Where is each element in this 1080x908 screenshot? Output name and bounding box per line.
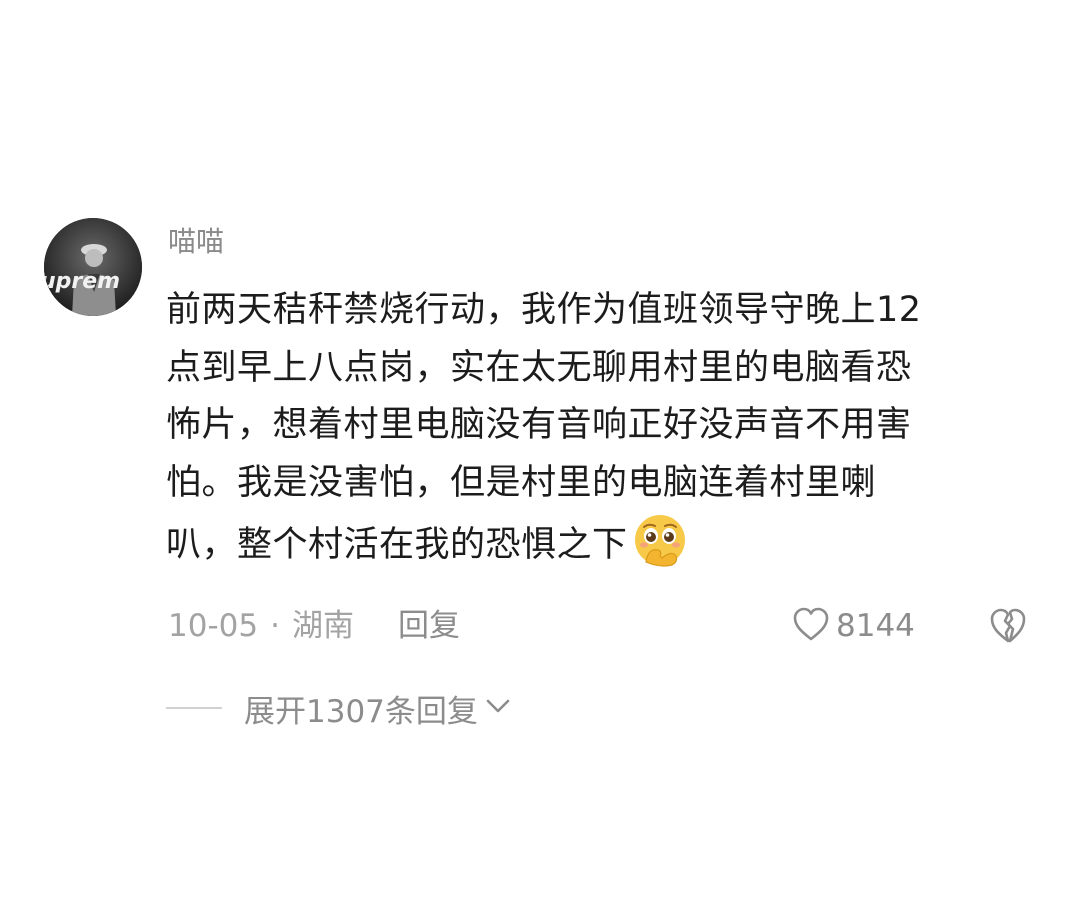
heart-icon: [792, 606, 830, 646]
face-holding-back-tears-icon: [632, 512, 688, 587]
comment-date: 10-05: [168, 608, 259, 644]
comment-location: 湖南: [291, 608, 354, 644]
broken-heart-icon: [988, 608, 1028, 650]
reply-button[interactable]: 回复: [398, 602, 460, 650]
comment-line: 前两天秸秆禁烧行动，我作为值班领导守晚上12: [166, 290, 922, 330]
comment-item: uprem 喵喵 前两天秸秆禁烧行动，我作为值班领导守晚上12 点到早上八点岗，…: [0, 0, 1080, 908]
comment-line: 怕。我是没害怕，但是村里的电脑连着村里喇: [166, 462, 877, 503]
divider-line: [166, 707, 222, 709]
comment-meta: 10-05 · 湖南 回复: [168, 602, 460, 650]
expand-replies-button[interactable]: 展开1307条回复: [166, 684, 512, 732]
dislike-button[interactable]: [988, 606, 1028, 646]
comment-line: 怖片，想着村里电脑没有音响正好没声音不用害: [166, 405, 912, 445]
avatar[interactable]: uprem: [44, 218, 142, 316]
comment-line: 点到早上八点岗，实在太无聊用村里的电脑看恐: [166, 347, 912, 388]
expand-replies-label: 展开1307条回复: [244, 693, 478, 730]
like-count: 8144: [836, 608, 915, 644]
avatar-image: uprem: [44, 218, 142, 316]
comment-line-last: 叭，整个村活在我的恐惧之下: [166, 512, 1036, 587]
meta-separator: ·: [270, 608, 280, 644]
like-button[interactable]: 8144: [792, 604, 915, 648]
comment-line-text: 叭，整个村活在我的恐惧之下: [166, 525, 628, 565]
chevron-down-icon: [484, 696, 512, 720]
username[interactable]: 喵喵: [168, 222, 224, 262]
avatar-text: uprem: [44, 269, 120, 294]
comment-body: 前两天秸秆禁烧行动，我作为值班领导守晚上12 点到早上八点岗，实在太无聊用村里的…: [166, 282, 1036, 587]
